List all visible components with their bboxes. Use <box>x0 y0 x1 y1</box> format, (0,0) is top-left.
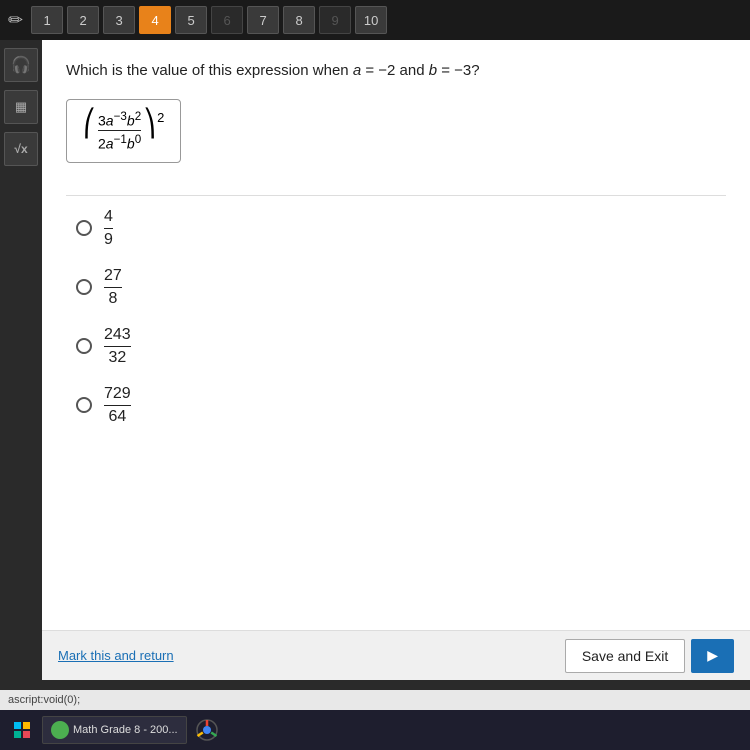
question-btn-6[interactable]: 6 <box>211 6 243 34</box>
question-btn-1[interactable]: 1 <box>31 6 63 34</box>
taskbar-app-btn[interactable]: Math Grade 8 - 200... <box>42 716 187 744</box>
question-btn-5[interactable]: 5 <box>175 6 207 34</box>
answer-option-b[interactable]: 27 8 <box>76 267 726 308</box>
left-sidebar: 🎧 ▦ √x <box>0 40 42 600</box>
bottom-buttons: Save and Exit ▶ <box>565 639 734 673</box>
question-text: Which is the value of this expression wh… <box>66 60 726 83</box>
question-btn-10[interactable]: 10 <box>355 6 387 34</box>
answer-label-c: 243 32 <box>102 326 133 367</box>
start-button[interactable] <box>8 716 36 744</box>
radio-a[interactable] <box>76 220 92 236</box>
save-exit-button[interactable]: Save and Exit <box>565 639 685 673</box>
taskbar-app-icon <box>51 721 69 739</box>
answer-label-d: 729 64 <box>102 385 133 426</box>
next-button[interactable]: ▶ <box>691 639 734 673</box>
formula-icon[interactable]: √x <box>4 132 38 166</box>
status-text: ascript:void(0); <box>8 694 80 706</box>
bottom-bar: Mark this and return Save and Exit ▶ <box>42 630 750 680</box>
answer-option-c[interactable]: 243 32 <box>76 326 726 367</box>
taskbar-app-label: Math Grade 8 - 200... <box>73 724 178 736</box>
answer-option-a[interactable]: 4 9 <box>76 208 726 249</box>
taskbar: Math Grade 8 - 200... <box>0 710 750 750</box>
status-bar: ascript:void(0); <box>0 690 750 710</box>
headphones-icon[interactable]: 🎧 <box>4 48 38 82</box>
radio-b[interactable] <box>76 279 92 295</box>
radio-d[interactable] <box>76 397 92 413</box>
answer-option-d[interactable]: 729 64 <box>76 385 726 426</box>
mark-return-link[interactable]: Mark this and return <box>58 648 174 663</box>
main-content: Which is the value of this expression wh… <box>42 40 750 630</box>
answer-label-a: 4 9 <box>102 208 115 249</box>
expression-box: ⎛ 3a−3b2 2a−1b0 ⎞ 2 <box>66 99 181 163</box>
radio-c[interactable] <box>76 338 92 354</box>
question-btn-8[interactable]: 8 <box>283 6 315 34</box>
pencil-icon[interactable]: ✏ <box>8 10 23 31</box>
taskbar-chrome-btn[interactable] <box>193 716 221 744</box>
separator <box>66 195 726 196</box>
question-btn-4[interactable]: 4 <box>139 6 171 34</box>
question-btn-7[interactable]: 7 <box>247 6 279 34</box>
question-btn-2[interactable]: 2 <box>67 6 99 34</box>
answer-choices: 4 9 27 8 243 32 <box>76 208 726 426</box>
answer-label-b: 27 8 <box>102 267 124 308</box>
calculator-icon[interactable]: ▦ <box>4 90 38 124</box>
question-btn-9[interactable]: 9 <box>319 6 351 34</box>
question-btn-3[interactable]: 3 <box>103 6 135 34</box>
question-toolbar: ✏ 1 2 3 4 5 6 7 8 9 10 <box>0 0 750 40</box>
